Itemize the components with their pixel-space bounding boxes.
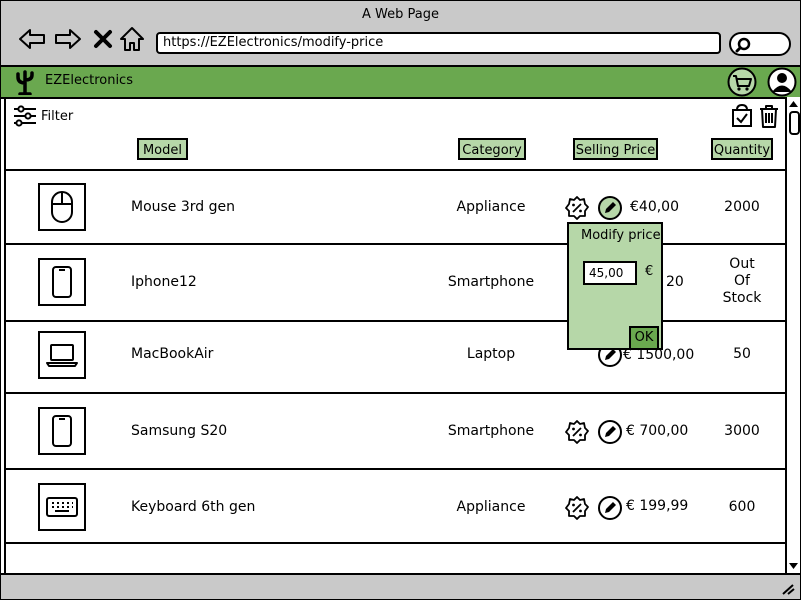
arrow-right-icon [55,29,81,49]
edit-price-button[interactable] [598,420,622,444]
product-category: Appliance [456,199,526,215]
product-price: € 199,99 [626,498,689,514]
app-header: EZElectronics [1,67,800,99]
smartphone-icon [52,415,72,447]
discount-button[interactable] [565,196,589,220]
row-divider [4,243,785,245]
browser-window: A Web Page https://EZElectronics/modify-… [0,0,801,600]
filter-label[interactable]: Filter [41,109,73,124]
product-quantity: 2000 [724,199,760,215]
row-divider [4,468,785,470]
home-icon [120,27,144,51]
laptop-icon [46,344,78,367]
close-icon [94,30,112,48]
row-divider [4,392,785,394]
discount-button[interactable] [565,420,589,444]
column-header-category[interactable]: Category [458,138,526,160]
product-thumbnail [38,183,86,231]
mouse-icon [51,191,73,223]
product-category: Smartphone [447,423,535,439]
percent-badge-icon [565,496,589,520]
product-model: Iphone12 [131,274,197,290]
account-button[interactable] [767,67,797,97]
quantity-line: Out [729,256,755,272]
column-header-quantity[interactable]: Quantity [711,138,773,160]
product-category: Smartphone [447,274,535,290]
pencil-icon [598,420,622,444]
app-name: EZElectronics [45,73,133,88]
product-quantity: 600 [728,499,756,515]
percent-badge-icon [565,196,589,220]
product-category: Laptop [466,346,516,362]
edit-price-button[interactable] [598,196,622,220]
browser-search-field[interactable] [729,32,791,56]
cactus-logo-icon [11,69,39,99]
cart-icon [727,67,757,97]
status-bar [1,573,800,599]
product-model: MacBookAir [131,346,214,362]
forward-button[interactable] [54,25,82,53]
modify-price-popup: Modify price 45,00 € OK [567,222,663,350]
arrow-left-icon [19,29,45,49]
cart-button[interactable] [727,67,757,97]
column-header-selling-price[interactable]: Selling Price [573,138,658,160]
back-button[interactable] [18,25,46,53]
product-quantity: 50 [733,346,751,362]
scroll-thumb[interactable] [789,111,800,135]
discount-button[interactable] [565,496,589,520]
vertical-scrollbar[interactable] [785,97,800,573]
filter-button[interactable] [13,105,37,131]
product-thumbnail [38,258,86,306]
product-model: Keyboard 6th gen [131,499,256,515]
quantity-line: Stock [722,290,762,306]
user-icon [767,67,797,97]
checkbox-bag-icon [732,103,752,127]
pencil-icon [598,496,622,520]
sliders-icon [14,105,36,127]
product-thumbnail [38,331,86,379]
keyboard-icon [46,497,78,517]
product-model: Mouse 3rd gen [131,199,236,215]
quantity-line: Of [734,273,750,289]
delete-button[interactable] [758,104,780,132]
currency-label: € [645,264,654,279]
product-category: Appliance [456,499,526,515]
smartphone-icon [52,266,72,298]
select-items-button[interactable] [731,103,753,132]
scroll-up-icon [789,101,798,107]
browser-chrome: A Web Page https://EZElectronics/modify-… [1,1,800,67]
row-divider [4,320,785,322]
pencil-icon [598,196,622,220]
percent-badge-icon [565,420,589,444]
product-price: 20 [666,274,684,290]
product-model: Samsung S20 [131,423,228,439]
product-price: € 700,00 [626,423,689,439]
ok-button[interactable]: OK [629,326,659,350]
product-quantity: Out Of Stock [711,256,773,307]
column-header-model[interactable]: Model [137,138,188,160]
product-quantity: 3000 [724,423,760,439]
product-thumbnail [38,407,86,455]
product-thumbnail [38,483,86,531]
row-divider [4,542,785,544]
resize-grip-icon [782,584,795,595]
search-icon [735,37,751,53]
edit-price-button[interactable] [598,496,622,520]
url-bar[interactable]: https://EZElectronics/modify-price [156,32,721,54]
price-input[interactable]: 45,00 [583,261,637,285]
row-divider [4,169,785,171]
stop-button[interactable] [89,25,117,53]
popup-title: Modify price [581,228,661,243]
trash-icon [760,105,778,128]
window-title: A Web Page [362,7,439,22]
home-button[interactable] [118,25,146,53]
product-price: €40,00 [630,199,679,215]
scroll-down-icon [789,563,798,569]
